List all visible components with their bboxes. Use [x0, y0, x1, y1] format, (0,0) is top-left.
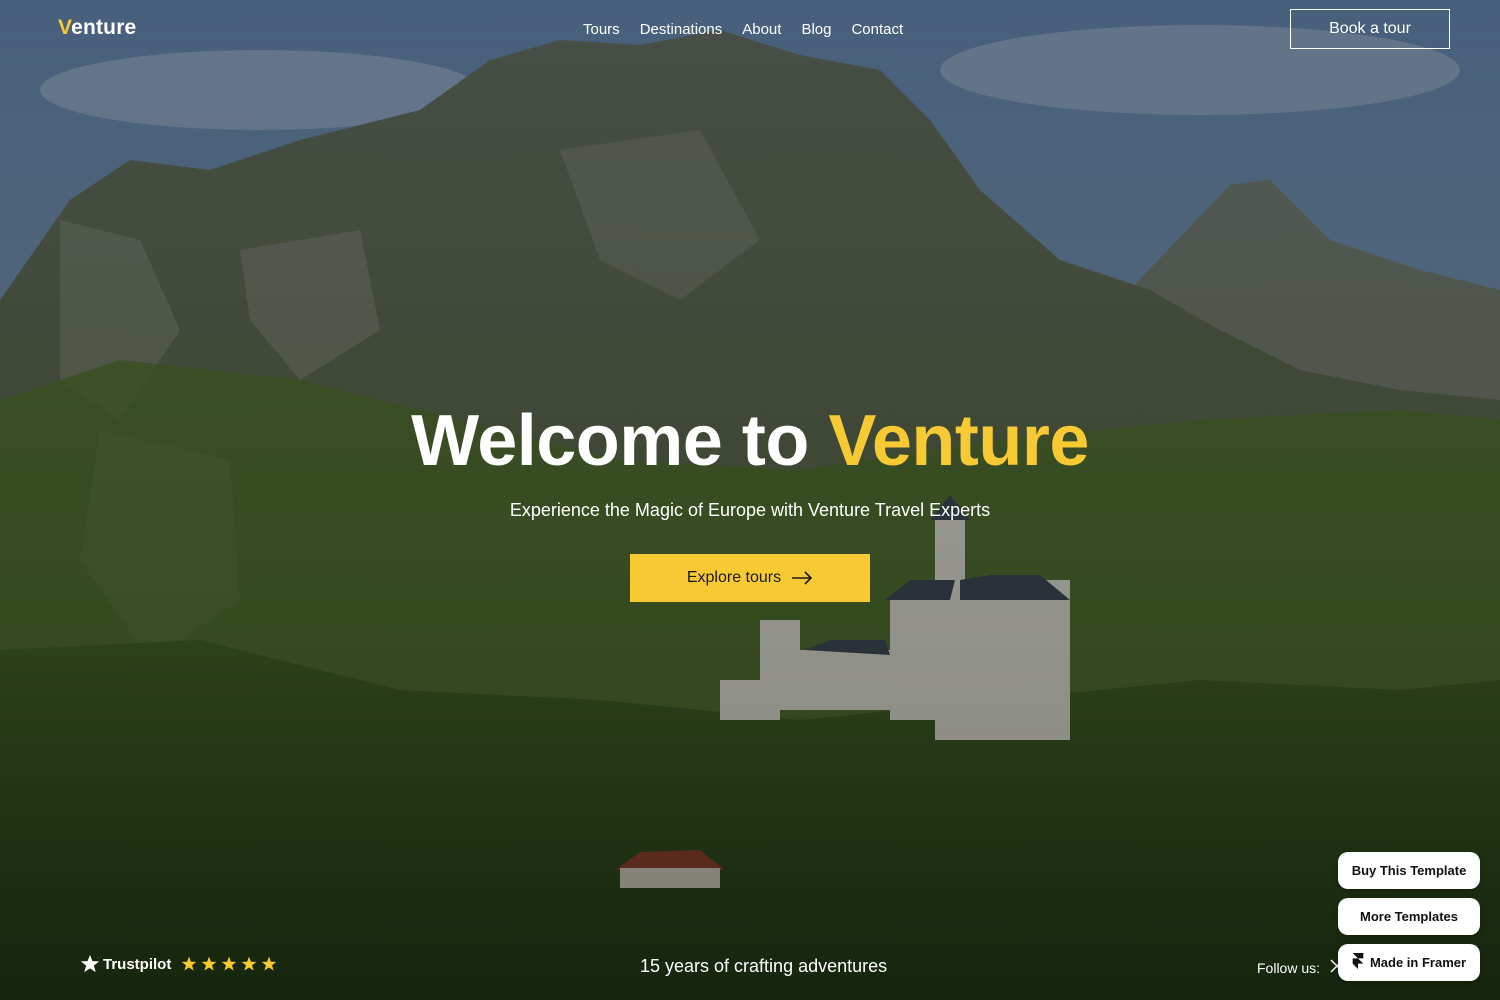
buy-template-button[interactable]: Buy This Template: [1338, 852, 1480, 889]
rating-star-icon: [261, 956, 277, 971]
nav-about[interactable]: About: [742, 21, 781, 38]
arrow-right-icon: [791, 571, 813, 585]
trustpilot-logo: Trustpilot: [80, 954, 171, 974]
hero-subtitle: Experience the Magic of Europe with Vent…: [509, 500, 991, 520]
trustpilot-label: Trustpilot: [103, 955, 172, 973]
hero-title: Welcome to Venture: [0, 398, 1500, 484]
nav-tours[interactable]: Tours: [583, 21, 620, 38]
explore-tours-button[interactable]: Explore tours: [630, 554, 870, 602]
nav-destinations[interactable]: Destinations: [640, 21, 723, 38]
tagline: 15 years of crafting adventures: [640, 956, 888, 976]
main-nav: Tours Destinations About Blog Contact: [583, 21, 903, 38]
follow-label: Follow us:: [1257, 959, 1321, 976]
made-in-framer-label: Made in Framer: [1369, 955, 1467, 970]
star-icon: [80, 954, 100, 973]
rating-stars: [181, 956, 277, 972]
trustpilot-rating[interactable]: Trustpilot: [80, 954, 277, 974]
rating-star-icon: [181, 956, 197, 971]
book-tour-button[interactable]: Book a tour: [1290, 9, 1450, 49]
logo-text: enture: [71, 16, 137, 39]
follow-us: Follow us:: [1257, 959, 1344, 976]
framer-logo-icon: [1352, 953, 1364, 972]
hero-title-main: Welcome to: [411, 401, 829, 481]
more-templates-button[interactable]: More Templates: [1338, 898, 1480, 935]
made-in-framer-badge[interactable]: Made in Framer: [1338, 944, 1480, 981]
rating-star-icon: [221, 956, 237, 971]
rating-star-icon: [201, 956, 217, 971]
nav-contact[interactable]: Contact: [851, 21, 903, 38]
hero-title-accent: Venture: [828, 401, 1089, 481]
explore-tours-label: Explore tours: [686, 569, 782, 586]
logo-accent-letter: V: [58, 16, 72, 39]
nav-blog[interactable]: Blog: [801, 21, 831, 38]
rating-star-icon: [241, 956, 257, 971]
logo[interactable]: Venture: [58, 16, 136, 40]
